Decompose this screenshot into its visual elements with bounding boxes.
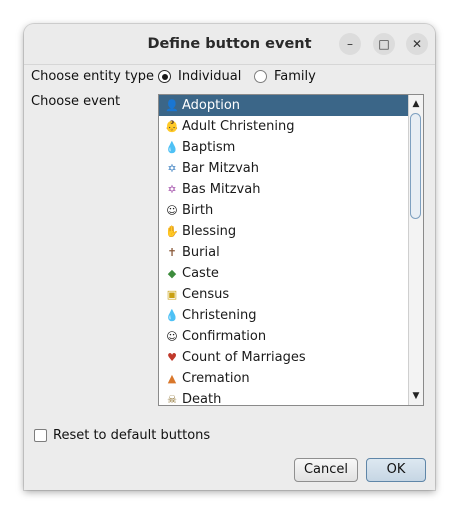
event-item-cremation[interactable]: ▲ Cremation bbox=[159, 368, 410, 389]
title-bar: Define button event – □ ✕ bbox=[24, 24, 435, 65]
minimize-icon: – bbox=[347, 37, 353, 51]
event-list-scrollbar[interactable]: ▲ ▼ bbox=[408, 95, 423, 405]
entity-type-label: Choose entity type bbox=[31, 69, 155, 84]
caste-icon: ◆ bbox=[167, 267, 177, 280]
death-icon: ☠ bbox=[167, 393, 177, 406]
close-icon: ✕ bbox=[411, 37, 423, 51]
christening-icon: 💧 bbox=[165, 309, 179, 322]
radio-family-label[interactable]: Family bbox=[274, 69, 316, 84]
burial-icon: ✝ bbox=[167, 246, 177, 259]
census-icon: ▣ bbox=[166, 288, 178, 301]
event-item-confirmation[interactable]: ☺ Confirmation bbox=[159, 326, 410, 347]
event-item-label: Bas Mitzvah bbox=[182, 182, 261, 197]
close-button[interactable]: ✕ bbox=[406, 33, 428, 55]
dialog-window: Define button event – □ ✕ Choose entity … bbox=[24, 24, 435, 490]
event-item-label: Christening bbox=[182, 308, 257, 323]
event-item-bas-mitzvah[interactable]: ✡ Bas Mitzvah bbox=[159, 179, 410, 200]
event-item-label: Baptism bbox=[182, 140, 236, 155]
event-item-label: Death bbox=[182, 392, 222, 406]
event-item-burial[interactable]: ✝ Burial bbox=[159, 242, 410, 263]
event-item-count-of-marriages[interactable]: ♥ Count of Marriages bbox=[159, 347, 410, 368]
event-item-census[interactable]: ▣ Census bbox=[159, 284, 410, 305]
event-list-items: 👤 Adoption 👶 Adult Christening 💧 Baptism ✡ Bar … bbox=[159, 95, 410, 406]
radio-individual-indicator[interactable] bbox=[158, 70, 171, 83]
event-list[interactable]: 👤 Adoption 👶 Adult Christening 💧 Baptism ✡ Bar … bbox=[158, 94, 424, 406]
bar-mitzvah-icon: ✡ bbox=[167, 162, 177, 175]
event-item-christening[interactable]: 💧 Christening bbox=[159, 305, 410, 326]
adoption-icon: 👤 bbox=[165, 99, 179, 112]
event-item-birth[interactable]: ☺ Birth bbox=[159, 200, 410, 221]
cancel-button[interactable]: Cancel bbox=[294, 458, 358, 482]
event-item-label: Adoption bbox=[182, 98, 241, 113]
minimize-button[interactable]: – bbox=[339, 33, 361, 55]
event-item-label: Cremation bbox=[182, 371, 250, 386]
event-item-label: Caste bbox=[182, 266, 219, 281]
radio-family-indicator[interactable] bbox=[254, 70, 267, 83]
event-item-label: Census bbox=[182, 287, 230, 302]
reset-checkbox[interactable] bbox=[34, 429, 47, 442]
adult-christening-icon: 👶 bbox=[165, 120, 179, 133]
blessing-icon: ✋ bbox=[165, 225, 179, 238]
confirmation-icon: ☺ bbox=[166, 330, 178, 343]
count-of-marriages-icon: ♥ bbox=[167, 351, 177, 364]
event-item-adoption[interactable]: 👤 Adoption bbox=[159, 95, 410, 116]
scroll-up-icon[interactable]: ▲ bbox=[409, 96, 423, 112]
event-item-label: Confirmation bbox=[182, 329, 267, 344]
event-item-label: Birth bbox=[182, 203, 214, 218]
event-item-label: Bar Mitzvah bbox=[182, 161, 260, 176]
scroll-down-icon[interactable]: ▼ bbox=[409, 388, 423, 404]
cremation-icon: ▲ bbox=[167, 372, 177, 385]
maximize-icon: □ bbox=[378, 37, 390, 51]
event-item-label: Count of Marriages bbox=[182, 350, 306, 365]
event-item-death[interactable]: ☠ Death bbox=[159, 389, 410, 406]
bas-mitzvah-icon: ✡ bbox=[167, 183, 177, 196]
event-item-adult-christening[interactable]: 👶 Adult Christening bbox=[159, 116, 410, 137]
maximize-button[interactable]: □ bbox=[373, 33, 395, 55]
event-item-blessing[interactable]: ✋ Blessing bbox=[159, 221, 410, 242]
event-item-label: Blessing bbox=[182, 224, 237, 239]
radio-individual-label[interactable]: Individual bbox=[178, 69, 241, 84]
reset-checkbox-label[interactable]: Reset to default buttons bbox=[53, 428, 210, 443]
event-item-label: Adult Christening bbox=[182, 119, 295, 134]
event-item-caste[interactable]: ◆ Caste bbox=[159, 263, 410, 284]
event-item-bar-mitzvah[interactable]: ✡ Bar Mitzvah bbox=[159, 158, 410, 179]
baptism-icon: 💧 bbox=[165, 141, 179, 154]
scroll-thumb[interactable] bbox=[410, 113, 421, 219]
event-item-label: Burial bbox=[182, 245, 220, 260]
birth-icon: ☺ bbox=[166, 204, 178, 217]
event-item-baptism[interactable]: 💧 Baptism bbox=[159, 137, 410, 158]
event-label: Choose event bbox=[31, 94, 121, 109]
ok-button[interactable]: OK bbox=[366, 458, 426, 482]
